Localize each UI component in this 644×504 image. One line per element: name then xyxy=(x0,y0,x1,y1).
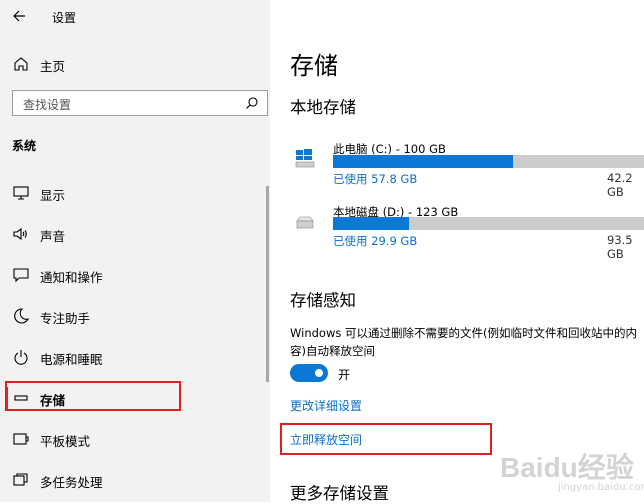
drive-d-usage-fill xyxy=(333,217,409,230)
tablet-icon xyxy=(13,433,29,445)
sidebar-item-multitasking[interactable]: 多任务处理 xyxy=(0,463,270,497)
windows-drive-icon xyxy=(295,149,315,168)
drive-d-free: 93.5 GB xyxy=(607,233,633,261)
page-title: 存储 xyxy=(290,52,338,80)
drive-c-free: 42.2 GB xyxy=(607,171,633,199)
toggle-state-label: 开 xyxy=(338,368,351,382)
window-title: 设置 xyxy=(52,11,77,25)
sidebar-item-sound[interactable]: 声音 xyxy=(0,217,270,251)
watermark: Baidu经验 jingyan.baidu.com xyxy=(470,446,644,498)
more-storage-settings-heading: 更多存储设置 xyxy=(290,484,389,503)
sidebar-item-label: 平板模式 xyxy=(40,434,91,449)
disk-drive-icon xyxy=(296,216,314,229)
drive-d-used: 已使用 29.9 GB xyxy=(333,234,418,248)
drive-c-usage-bar xyxy=(333,155,644,168)
search-placeholder: 查找设置 xyxy=(23,98,72,112)
main-content: 存储 本地存储 此电脑 (C:) - 100 GB 已使用 57.8 GB 42… xyxy=(270,0,644,503)
notification-icon xyxy=(13,268,29,283)
watermark-url: jingyan.baidu.com xyxy=(558,482,644,493)
sidebar-item-label: 多任务处理 xyxy=(40,475,103,490)
sidebar-item-home[interactable]: 主页 xyxy=(0,52,270,76)
sidebar-item-display[interactable]: 显示 xyxy=(0,176,270,210)
settings-sidebar: 设置 主页 查找设置 系统 显示 声音 通知和操作 专注助手 电源和睡眠 存储 … xyxy=(0,0,270,502)
back-arrow-icon[interactable] xyxy=(10,6,30,26)
sidebar-item-label: 专注助手 xyxy=(40,311,91,326)
drive-d-usage-bar xyxy=(333,217,644,230)
sidebar-item-tablet-mode[interactable]: 平板模式 xyxy=(0,422,270,456)
sidebar-item-label: 声音 xyxy=(40,229,66,244)
sidebar-scrollbar[interactable] xyxy=(266,186,269,382)
highlight-box-free-space xyxy=(280,423,492,455)
local-storage-heading: 本地存储 xyxy=(290,98,356,117)
watermark-logo: Baidu经验 xyxy=(500,452,634,483)
change-settings-link[interactable]: 更改详细设置 xyxy=(290,397,362,414)
sidebar-item-label: 通知和操作 xyxy=(40,270,103,285)
multitask-icon xyxy=(13,473,28,486)
storage-sense-heading: 存储感知 xyxy=(290,291,356,310)
search-input[interactable]: 查找设置 xyxy=(12,90,268,116)
storage-sense-toggle[interactable] xyxy=(290,364,328,382)
storage-sense-description: Windows 可以通过删除不需要的文件(例如临时文件和回收站中的内容)自动释放… xyxy=(290,326,637,358)
sidebar-item-label: 主页 xyxy=(40,59,66,74)
sidebar-item-power-sleep[interactable]: 电源和睡眠 xyxy=(0,340,270,374)
drive-c-used: 已使用 57.8 GB xyxy=(333,172,418,186)
toggle-knob xyxy=(315,369,323,377)
sidebar-item-notifications[interactable]: 通知和操作 xyxy=(0,258,270,292)
power-icon xyxy=(14,350,28,365)
search-icon xyxy=(246,97,258,109)
moon-icon xyxy=(14,308,30,324)
home-icon xyxy=(14,57,28,71)
speaker-icon xyxy=(13,227,27,241)
section-title: 系统 xyxy=(12,139,37,153)
sidebar-item-label: 显示 xyxy=(40,188,66,203)
sidebar-item-focus-assist[interactable]: 专注助手 xyxy=(0,299,270,333)
title-bar: 设置 xyxy=(0,0,270,32)
drive-c-usage-fill xyxy=(333,155,513,168)
sidebar-item-label: 电源和睡眠 xyxy=(40,352,103,367)
highlight-box-storage xyxy=(5,381,181,411)
monitor-icon xyxy=(13,186,29,200)
